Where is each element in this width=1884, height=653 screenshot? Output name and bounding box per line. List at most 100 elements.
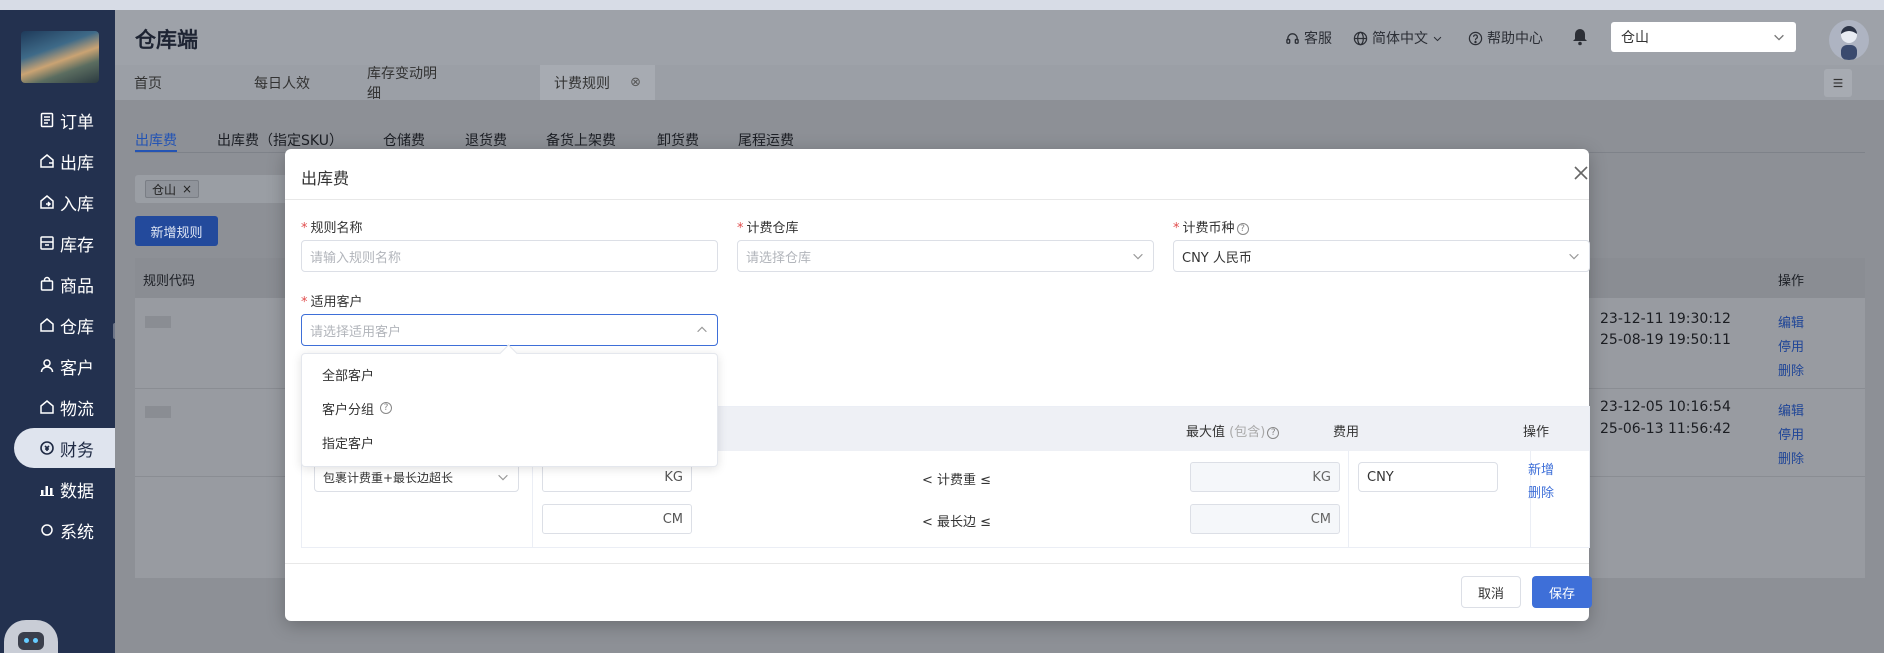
- help-circle-icon: ?: [1267, 426, 1280, 439]
- filter-chip[interactable]: 仓山 ×: [145, 180, 200, 198]
- sidebar-item-label: 商品: [60, 276, 94, 297]
- sidebar-item-label: 订单: [60, 112, 94, 133]
- language-switch[interactable]: 简体中文: [1353, 28, 1443, 48]
- help-circle-icon: ?: [1236, 222, 1249, 235]
- sidebar-item-label: 系统: [60, 522, 94, 543]
- max-weight-input: KG: [1190, 462, 1340, 492]
- disable-link[interactable]: 停用: [1778, 424, 1804, 443]
- cancel-button[interactable]: 取消: [1461, 576, 1521, 608]
- min-length-input[interactable]: CM: [542, 504, 692, 534]
- sidebar-item-warehouse[interactable]: 仓库: [0, 305, 115, 345]
- add-link[interactable]: 新增: [1528, 459, 1554, 478]
- close-icon[interactable]: ×: [182, 182, 192, 196]
- sidebar-item-customers[interactable]: 客户: [0, 346, 115, 386]
- list-icon: [38, 111, 56, 129]
- subtab-last-mile-fee[interactable]: 尾程运费: [738, 130, 794, 150]
- column-header-fee: 费用: [1333, 425, 1360, 440]
- warehouse-select[interactable]: 请选择仓库: [737, 240, 1154, 272]
- subtab-shelving-fee[interactable]: 备货上架费: [546, 130, 616, 150]
- sidebar-item-outbound[interactable]: 出库: [0, 141, 115, 181]
- top-header: 仓库端 客服 简体中文 帮助中心 仓山: [115, 10, 1884, 65]
- option-customer-group[interactable]: 客户分组?: [302, 393, 717, 423]
- tab-inventory-changes[interactable]: 库存变动明细: [353, 65, 463, 102]
- customer-label: * 适用客户: [301, 295, 363, 310]
- avatar[interactable]: [1829, 20, 1869, 60]
- subtab-return-fee[interactable]: 退货费: [465, 130, 507, 150]
- table-cell: 25-06-13 11:56:42: [1600, 421, 1731, 437]
- close-icon[interactable]: ⊗: [630, 75, 641, 90]
- sidebar-item-products[interactable]: 商品: [0, 264, 115, 304]
- close-icon[interactable]: [1571, 163, 1591, 183]
- chevron-down-icon: [1569, 253, 1579, 260]
- bell-icon[interactable]: [1570, 27, 1590, 47]
- customer-service-link[interactable]: 客服: [1285, 28, 1332, 48]
- logistics-icon: [38, 398, 56, 416]
- sidebar-item-label: 数据: [60, 481, 94, 502]
- rule-name-input[interactable]: 请输入规则名称: [301, 240, 718, 272]
- new-rule-button[interactable]: 新增规则: [135, 216, 218, 246]
- subtab-outbound-fee-sku[interactable]: 出库费（指定SKU）: [217, 130, 343, 150]
- inventory-icon: [38, 234, 56, 252]
- option-all-customers[interactable]: 全部客户: [302, 359, 717, 389]
- max-length-input: CM: [1190, 504, 1340, 534]
- app-title: 仓库端: [135, 28, 198, 52]
- warehouse-select[interactable]: 仓山: [1611, 22, 1796, 52]
- desktop-strip: [0, 0, 1884, 10]
- chevron-down-icon: [1433, 36, 1442, 41]
- sidebar-item-system[interactable]: 系统: [0, 510, 115, 550]
- divider: [285, 199, 1589, 200]
- delete-link[interactable]: 删除: [1778, 448, 1804, 467]
- disable-link[interactable]: 停用: [1778, 336, 1804, 355]
- outbound-fee-dialog: 出库费 * 规则名称 * 计费仓库 * 计费币种? 请输入规则名称 请选择仓库 CNY…: [285, 149, 1592, 621]
- table-cell: 25-08-19 19:50:11: [1600, 332, 1731, 348]
- fee-input[interactable]: CNY: [1358, 462, 1498, 492]
- finance-icon: [38, 439, 56, 457]
- tab-home[interactable]: 首页: [120, 65, 230, 100]
- menu-icon: [1833, 78, 1843, 88]
- edit-link[interactable]: 编辑: [1778, 312, 1804, 331]
- user-icon: [38, 357, 56, 375]
- logo: [21, 31, 99, 83]
- assistant-robot-icon[interactable]: [4, 620, 58, 653]
- help-center-link[interactable]: 帮助中心: [1468, 28, 1543, 48]
- inbound-icon: [38, 193, 56, 211]
- delete-link[interactable]: 删除: [1528, 482, 1554, 501]
- save-button[interactable]: 保存: [1532, 576, 1592, 608]
- sidebar-item-label: 入库: [60, 194, 94, 215]
- sidebar-item-inventory[interactable]: 库存: [0, 223, 115, 263]
- sidebar-item-label: 出库: [60, 153, 94, 174]
- sidebar-item-label: 仓库: [60, 317, 94, 338]
- sidebar-item-label: 物流: [60, 399, 94, 420]
- subtab-storage-fee[interactable]: 仓储费: [383, 130, 425, 150]
- column-header: 操作: [1778, 274, 1805, 289]
- sidebar-item-data[interactable]: 数据: [0, 469, 115, 509]
- active-tab-indicator: [135, 150, 177, 152]
- sidebar-item-orders[interactable]: 订单: [0, 100, 115, 140]
- sidebar-item-inbound[interactable]: 入库: [0, 182, 115, 222]
- help-circle-icon: [1468, 31, 1483, 45]
- subtab-unloading-fee[interactable]: 卸货费: [657, 130, 699, 150]
- customer-select[interactable]: 请选择适用客户: [301, 314, 718, 346]
- currency-select[interactable]: CNY 人民币: [1173, 240, 1590, 272]
- subtab-outbound-fee[interactable]: 出库费: [135, 130, 177, 150]
- column-header-action: 操作: [1523, 425, 1550, 440]
- table-cell: 23-12-05 10:16:54: [1600, 399, 1731, 415]
- sidebar: 订单 出库 入库 库存 商品 仓库 客户 物流 财务 数据 系统: [0, 10, 121, 653]
- tab-daily-efficiency[interactable]: 每日人效: [240, 65, 350, 100]
- chart-icon: [38, 480, 56, 498]
- outbound-icon: [38, 152, 56, 170]
- sidebar-item-finance[interactable]: 财务: [14, 428, 115, 468]
- edit-link[interactable]: 编辑: [1778, 400, 1804, 419]
- chevron-down-icon: [1774, 34, 1784, 41]
- length-condition: < 最长边 ≤: [922, 515, 992, 530]
- sidebar-item-logistics[interactable]: 物流: [0, 387, 115, 427]
- option-specific-customer[interactable]: 指定客户: [302, 427, 717, 457]
- divider: [1348, 451, 1349, 547]
- customer-dropdown: 全部客户 客户分组? 指定客户: [301, 353, 718, 467]
- bag-icon: [38, 275, 56, 293]
- delete-link[interactable]: 删除: [1778, 360, 1804, 379]
- globe-icon: [1353, 31, 1368, 45]
- sidebar-item-label: 财务: [60, 440, 94, 461]
- tab-menu-button[interactable]: [1824, 69, 1852, 97]
- tab-billing-rules[interactable]: 计费规则 ⊗: [540, 65, 655, 100]
